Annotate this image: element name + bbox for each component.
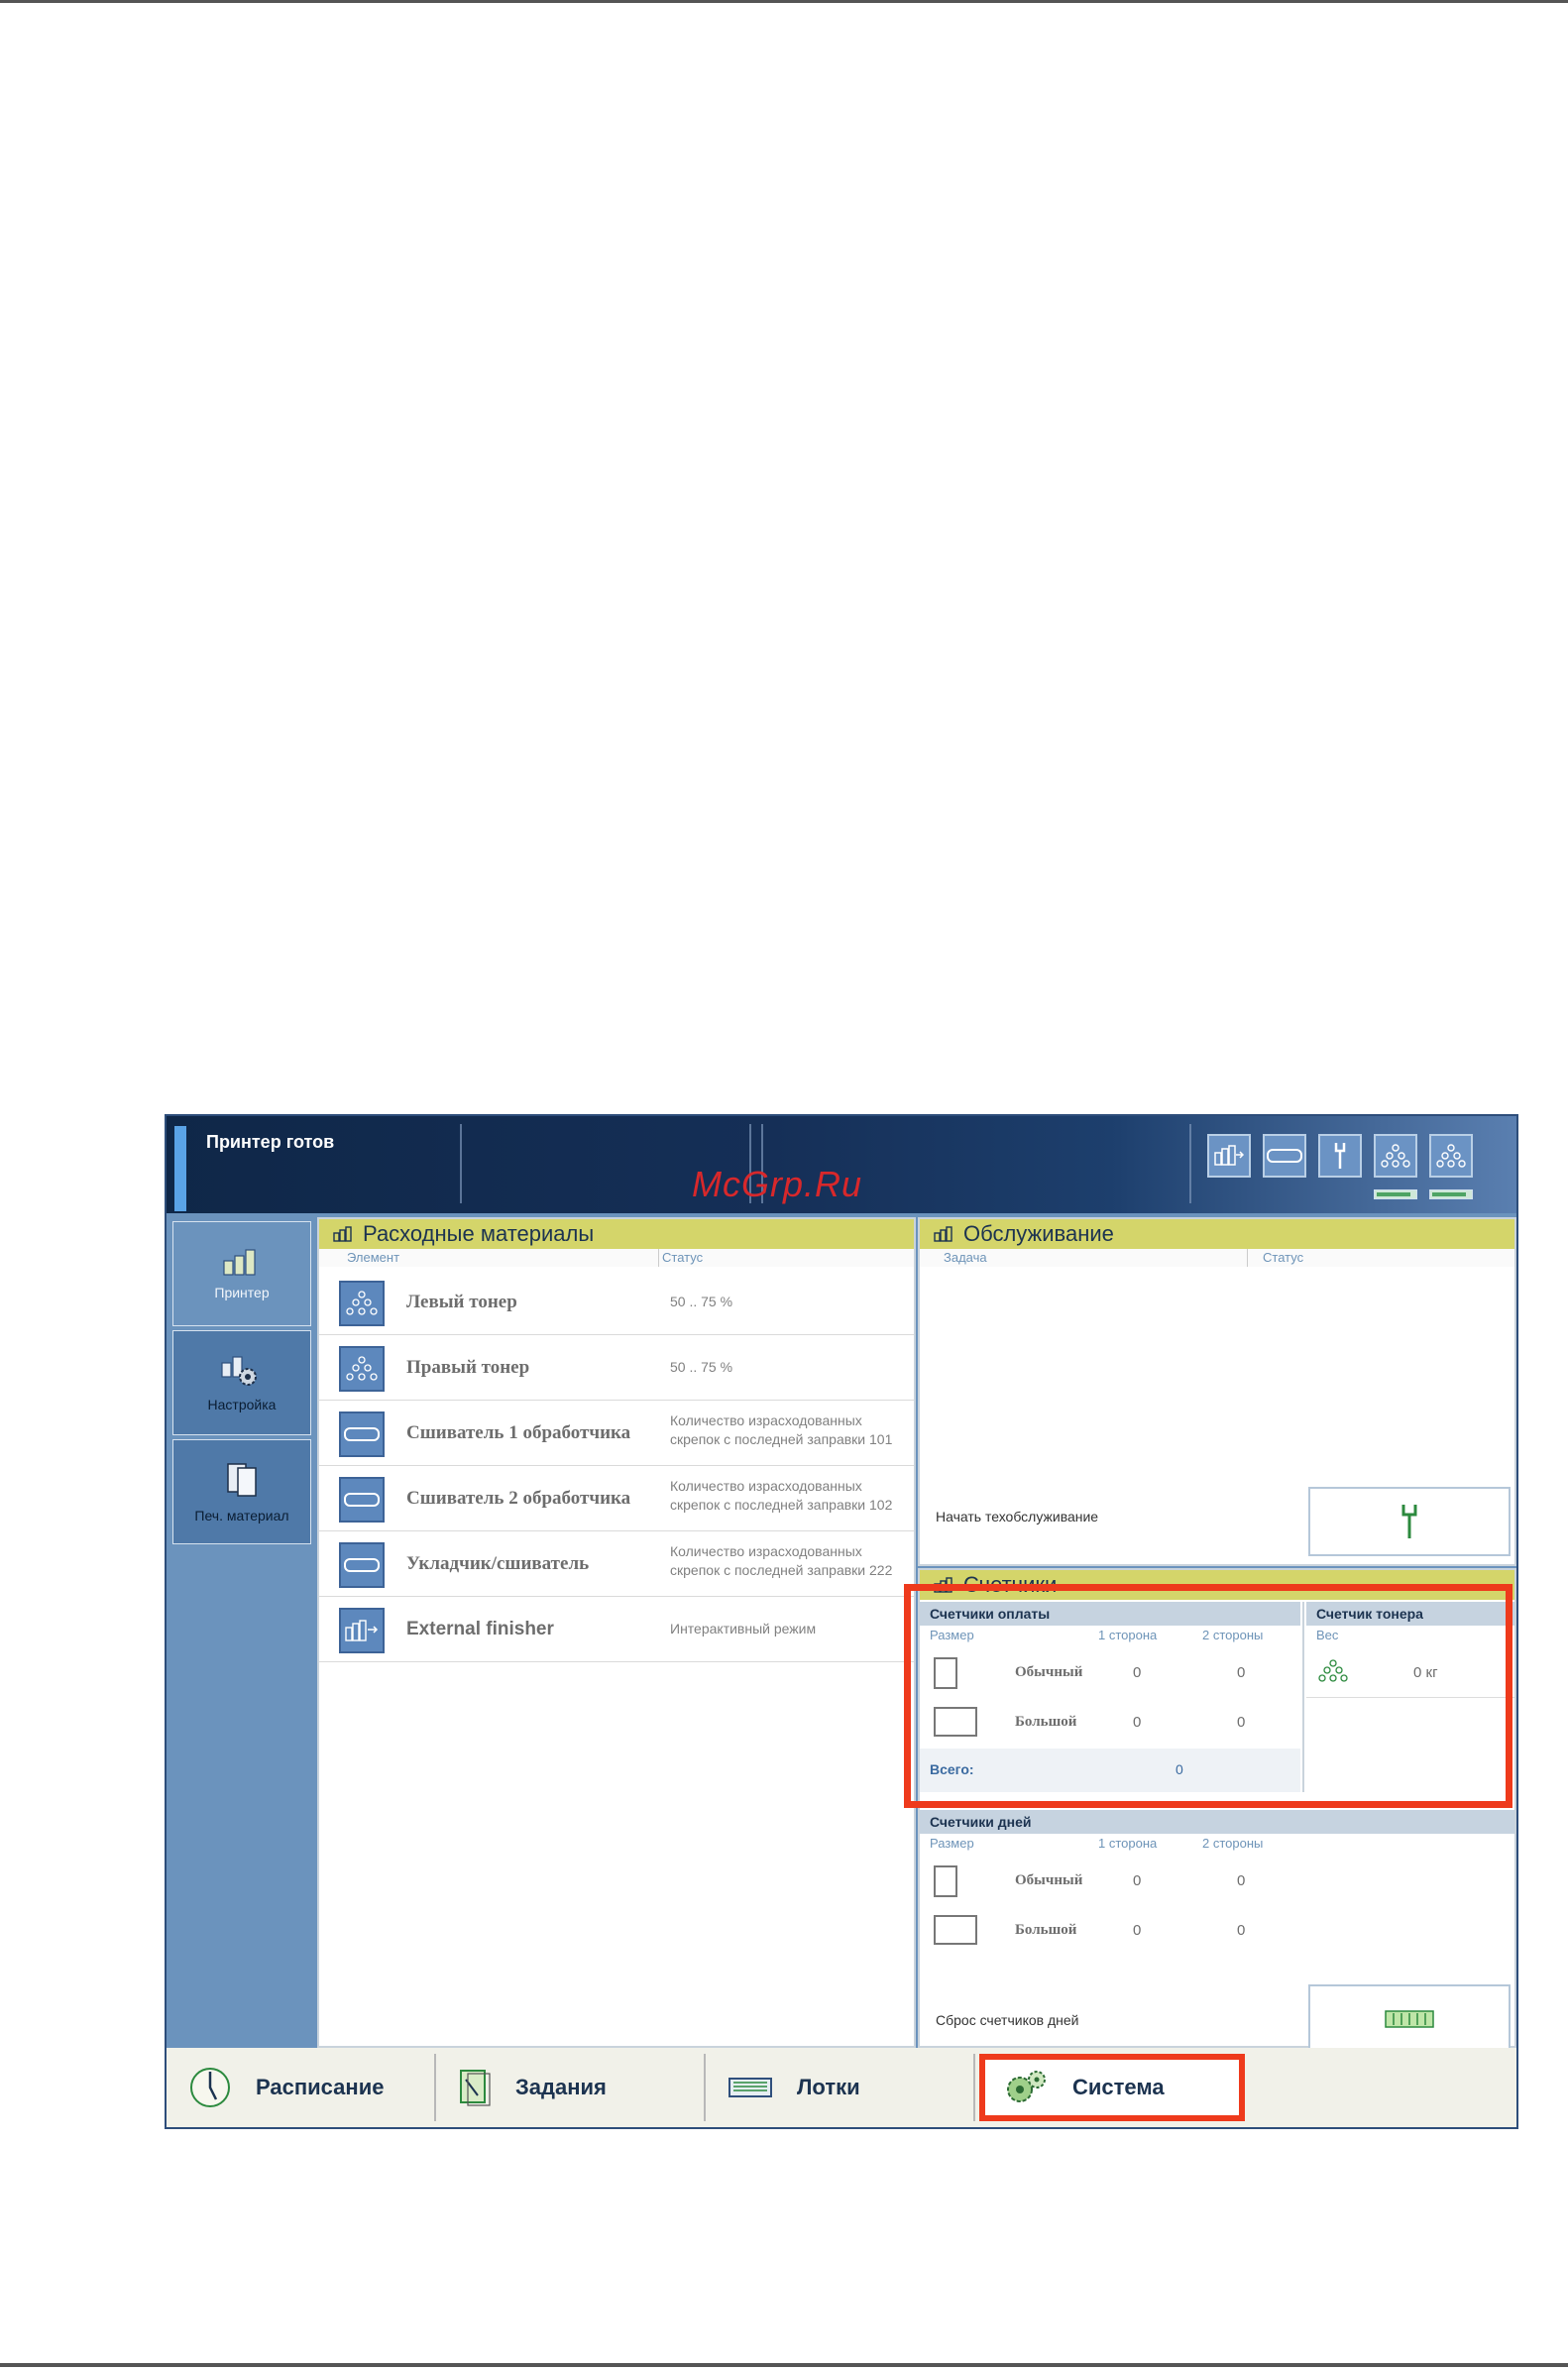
consumable-row-external-finisher[interactable]: External finisher Интерактивный режим bbox=[319, 1596, 914, 1662]
watermark-text: McGrp.Ru bbox=[692, 1164, 863, 1204]
page-bottom-rule bbox=[0, 2363, 1568, 2367]
tab-system-label: Система bbox=[1072, 2075, 1165, 2099]
column-status: Статус bbox=[1263, 1250, 1304, 1265]
reset-daily-counters-button[interactable] bbox=[1308, 1984, 1511, 2054]
one-side-value: 0 bbox=[1133, 1922, 1142, 1939]
clock-icon bbox=[190, 2068, 230, 2107]
consumable-status: 50 .. 75 % bbox=[670, 1359, 733, 1375]
settings-gear-icon bbox=[221, 1356, 257, 1386]
consumable-status: Количество израсходованных скрепок с пос… bbox=[670, 1543, 893, 1578]
start-maintenance-button[interactable] bbox=[1308, 1487, 1511, 1556]
consumable-name: Укладчик/сшиватель bbox=[406, 1553, 590, 1574]
status-divider bbox=[1189, 1124, 1191, 1203]
external-finisher-icon[interactable] bbox=[1207, 1134, 1251, 1178]
left-navigation: Принтер Настройка Печ. материал bbox=[167, 1213, 315, 2048]
column-task: Задача bbox=[944, 1250, 987, 1265]
tab-schedule[interactable]: Расписание bbox=[170, 2054, 436, 2121]
maintenance-title-bar: Обслуживание bbox=[920, 1219, 1514, 1249]
column-one-side: 1 сторона bbox=[1098, 1836, 1158, 1851]
column-two-sides: 2 стороны bbox=[1202, 1836, 1264, 1851]
tab-jobs-label: Задания bbox=[515, 2075, 607, 2099]
tab-trays-label: Лотки bbox=[797, 2075, 860, 2099]
consumable-name: Сшиватель 1 обработчика bbox=[406, 1422, 631, 1443]
normal-sheet-icon bbox=[934, 1865, 957, 1897]
consumable-row-left-toner[interactable]: Левый тонер 50 .. 75 % bbox=[319, 1269, 914, 1335]
column-status: Статус bbox=[662, 1250, 704, 1265]
consumable-name: External finisher bbox=[406, 1619, 554, 1639]
right-toner-icon[interactable] bbox=[1429, 1134, 1473, 1178]
left-toner-level-meter bbox=[1374, 1189, 1417, 1199]
daily-row-large: Большой 0 0 bbox=[920, 1907, 1514, 1955]
stapler-icon bbox=[339, 1542, 385, 1588]
consumable-status: Количество израсходованных скрепок с пос… bbox=[670, 1412, 893, 1447]
counters-highlight-frame bbox=[904, 1584, 1512, 1808]
panel-bars-icon bbox=[333, 1226, 352, 1242]
maintenance-column-header: Задача Статус bbox=[920, 1249, 1514, 1267]
consumables-column-header: Элемент Статус bbox=[319, 1249, 914, 1267]
tab-system[interactable]: Система bbox=[979, 2054, 1245, 2121]
toner-icon bbox=[339, 1346, 385, 1392]
media-sheets-icon bbox=[227, 1463, 257, 1497]
large-sheet-icon bbox=[934, 1915, 977, 1945]
tab-jobs[interactable]: Задания bbox=[440, 2054, 706, 2121]
printer-status-text: Принтер готов bbox=[206, 1132, 335, 1152]
column-element: Элемент bbox=[347, 1250, 400, 1265]
external-finisher-icon bbox=[339, 1608, 385, 1653]
maintenance-panel: Обслуживание Задача Статус Начать техобс… bbox=[918, 1217, 1516, 1566]
printer-bars-icon bbox=[223, 1249, 256, 1276]
consumable-status: 50 .. 75 % bbox=[670, 1294, 733, 1309]
panel-bars-icon bbox=[934, 1226, 952, 1242]
consumable-row-stapler-2[interactable]: Сшиватель 2 обработчика Количество израс… bbox=[319, 1465, 914, 1531]
daily-counters-header: Счетчики дней bbox=[920, 1810, 1514, 1834]
tab-trays[interactable]: Лотки bbox=[710, 2054, 975, 2121]
consumables-panel: Расходные материалы Элемент Статус Левый… bbox=[317, 1217, 916, 2048]
nav-printer-label: Принтер bbox=[214, 1285, 270, 1300]
page-top-rule bbox=[0, 0, 1568, 3]
start-maintenance-label: Начать техобслуживание bbox=[936, 1509, 1099, 1524]
nav-settings-label: Настройка bbox=[207, 1397, 277, 1412]
stapler-icon bbox=[339, 1411, 385, 1457]
counter-reset-icon bbox=[1385, 2010, 1434, 2028]
size-label: Обычный bbox=[1015, 1872, 1083, 1888]
nav-media[interactable]: Печ. материал bbox=[172, 1439, 311, 1544]
nav-printer[interactable]: Принтер bbox=[172, 1221, 311, 1326]
consumable-row-stacker-stapler[interactable]: Укладчик/сшиватель Количество израсходов… bbox=[319, 1530, 914, 1597]
consumable-name: Правый тонер bbox=[406, 1357, 530, 1378]
right-toner-level-meter bbox=[1429, 1189, 1473, 1199]
nav-settings[interactable]: Настройка bbox=[172, 1330, 311, 1435]
consumable-status: Количество израсходованных скрепок с пос… bbox=[670, 1478, 893, 1513]
maintenance-title: Обслуживание bbox=[963, 1221, 1114, 1246]
status-accent-strip bbox=[174, 1126, 186, 1211]
consumable-row-stapler-1[interactable]: Сшиватель 1 обработчика Количество израс… bbox=[319, 1400, 914, 1466]
wrench-icon bbox=[1401, 1505, 1417, 1538]
consumable-status: Интерактивный режим bbox=[670, 1621, 817, 1636]
stapler-icon[interactable] bbox=[1263, 1134, 1306, 1178]
status-divider bbox=[460, 1124, 462, 1203]
one-side-value: 0 bbox=[1133, 1872, 1142, 1889]
status-bar: Принтер готов McGrp.Ru bbox=[167, 1116, 1516, 1213]
consumables-title: Расходные материалы bbox=[363, 1221, 595, 1246]
toner-icon bbox=[339, 1281, 385, 1326]
two-sides-value: 0 bbox=[1237, 1922, 1246, 1939]
consumable-name: Сшиватель 2 обработчика bbox=[406, 1488, 631, 1509]
tab-schedule-label: Расписание bbox=[256, 2075, 385, 2099]
jobs-document-icon bbox=[460, 2070, 491, 2106]
daily-row-normal: Обычный 0 0 bbox=[920, 1858, 1514, 1905]
trays-icon bbox=[728, 2078, 772, 2097]
wrench-icon[interactable] bbox=[1318, 1134, 1362, 1178]
bottom-tab-bar: Расписание Задания Лотки Система bbox=[167, 2048, 1516, 2127]
stapler-icon bbox=[339, 1477, 385, 1523]
consumable-name: Левый тонер bbox=[406, 1292, 517, 1312]
nav-media-label: Печ. материал bbox=[194, 1508, 289, 1524]
consumables-title-bar: Расходные материалы bbox=[319, 1219, 914, 1249]
two-sides-value: 0 bbox=[1237, 1872, 1246, 1889]
system-gears-icon bbox=[1007, 2071, 1046, 2102]
column-size: Размер bbox=[930, 1836, 974, 1851]
reset-daily-counters-label: Сброс счетчиков дней bbox=[936, 2012, 1079, 2028]
size-label: Большой bbox=[1015, 1922, 1077, 1938]
left-toner-icon[interactable] bbox=[1374, 1134, 1417, 1178]
consumable-row-right-toner[interactable]: Правый тонер 50 .. 75 % bbox=[319, 1334, 914, 1401]
